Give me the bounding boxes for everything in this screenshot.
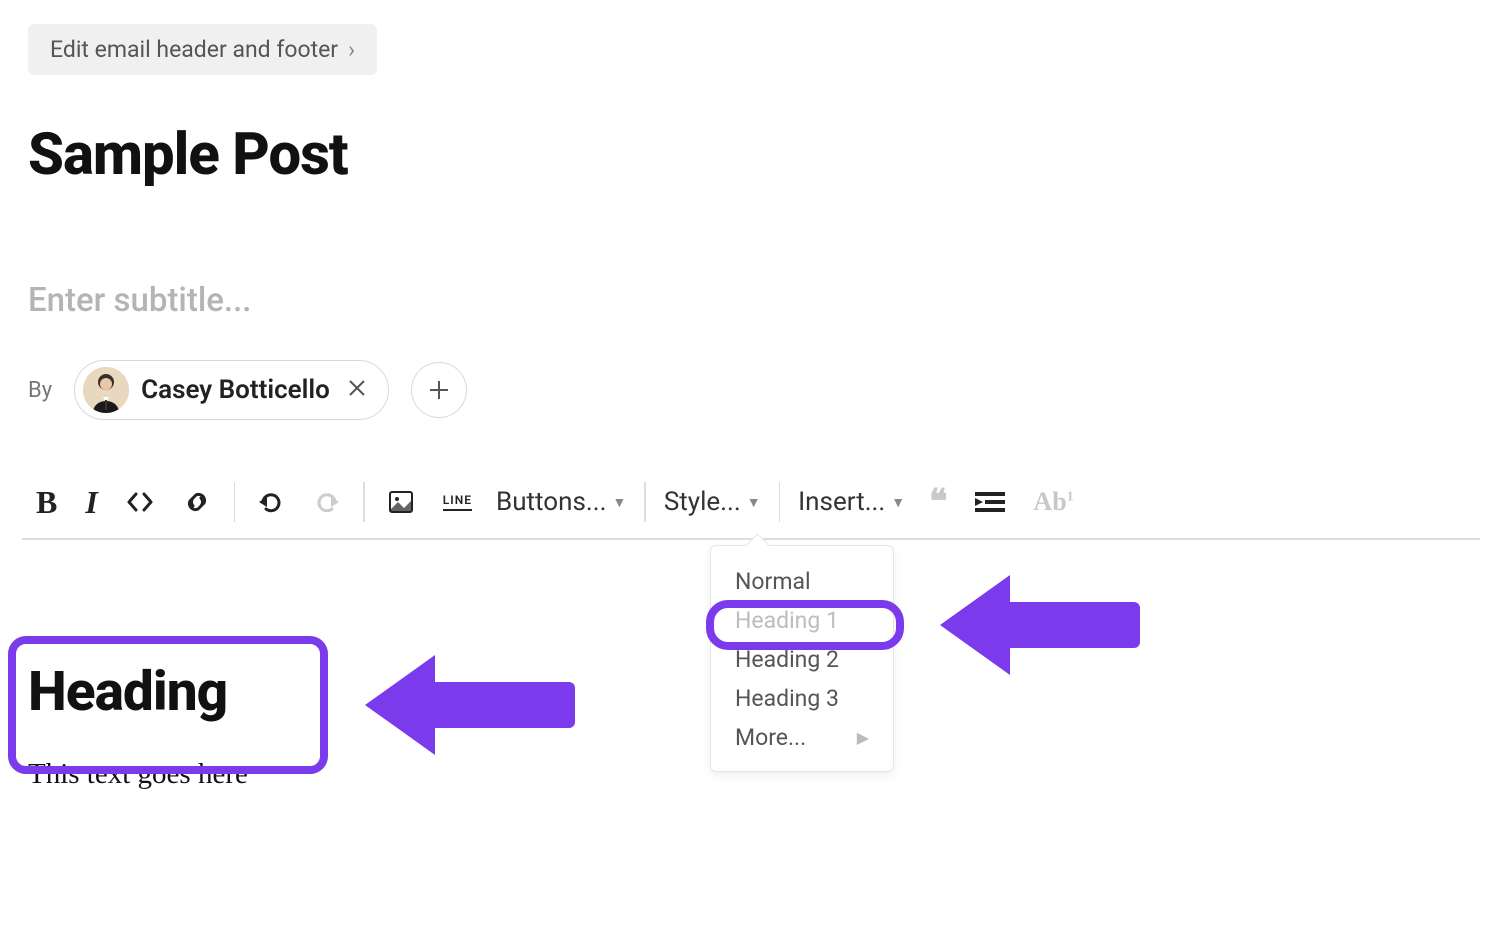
buttons-dropdown[interactable]: Buttons... ▼: [486, 480, 636, 524]
subtitle-input[interactable]: Enter subtitle...: [28, 281, 1502, 320]
footnote-button[interactable]: Ab1: [1019, 480, 1087, 524]
link-icon: [182, 487, 212, 517]
line-button[interactable]: LINE: [429, 480, 486, 524]
bold-icon: B: [36, 484, 57, 521]
caret-down-icon: ▼: [891, 494, 905, 511]
code-button[interactable]: [112, 480, 168, 524]
close-icon: [348, 379, 366, 397]
caret-down-icon: ▼: [612, 494, 626, 511]
toolbar-separator: [363, 482, 365, 522]
indent-button[interactable]: [961, 480, 1019, 524]
code-icon: [126, 488, 154, 516]
link-button[interactable]: [168, 480, 226, 524]
undo-button[interactable]: [243, 480, 299, 524]
toolbar-separator: [779, 482, 781, 522]
byline: By Casey Botticello: [28, 360, 1502, 420]
add-author-button[interactable]: [411, 362, 467, 418]
bold-button[interactable]: B: [22, 480, 71, 524]
image-icon: [387, 488, 415, 516]
top-link-label: Edit email header and footer: [50, 36, 338, 63]
avatar: [83, 367, 129, 413]
editor-heading[interactable]: Heading: [28, 660, 227, 724]
style-option-heading-3[interactable]: Heading 3: [711, 679, 893, 718]
toolbar-separator: [234, 482, 236, 522]
style-option-normal[interactable]: Normal: [711, 562, 893, 601]
style-dropdown-menu: Normal Heading 1 Heading 2 Heading 3 Mor…: [710, 545, 894, 772]
caret-down-icon: ▼: [747, 494, 761, 511]
style-option-heading-1[interactable]: Heading 1: [711, 601, 893, 640]
style-option-more[interactable]: More... ▶: [711, 718, 893, 757]
image-button[interactable]: [373, 480, 429, 524]
insert-label: Insert...: [798, 487, 885, 517]
more-label: More...: [735, 724, 806, 751]
redo-icon: [313, 488, 341, 516]
author-chip[interactable]: Casey Botticello: [74, 360, 389, 420]
quote-icon: ❝: [929, 482, 947, 522]
footnote-icon: Ab1: [1033, 487, 1073, 517]
quote-button[interactable]: ❝: [915, 480, 961, 524]
undo-icon: [257, 488, 285, 516]
style-label: Style...: [664, 487, 741, 517]
edit-email-header-footer-link[interactable]: Edit email header and footer ›: [28, 24, 377, 75]
redo-button[interactable]: [299, 480, 355, 524]
toolbar-separator: [644, 482, 646, 522]
italic-button[interactable]: I: [71, 480, 111, 524]
by-label: By: [28, 378, 52, 403]
chevron-right-icon: ▶: [857, 728, 869, 747]
annotation-arrow-left: [365, 655, 585, 755]
buttons-label: Buttons...: [496, 487, 606, 517]
style-option-heading-2[interactable]: Heading 2: [711, 640, 893, 679]
remove-author-button[interactable]: [348, 378, 366, 403]
italic-icon: I: [85, 484, 97, 521]
formatting-toolbar: B I LINE Buttons..: [22, 480, 1480, 540]
post-title[interactable]: Sample Post: [28, 121, 1502, 189]
annotation-arrow-right: [940, 575, 1140, 675]
insert-dropdown[interactable]: Insert... ▼: [788, 480, 915, 524]
plus-icon: [428, 379, 450, 401]
chevron-right-icon: ›: [348, 36, 355, 63]
author-name: Casey Botticello: [141, 375, 330, 405]
indent-icon: [975, 490, 1005, 514]
line-icon: LINE: [443, 493, 472, 511]
style-dropdown[interactable]: Style... ▼: [654, 480, 771, 524]
